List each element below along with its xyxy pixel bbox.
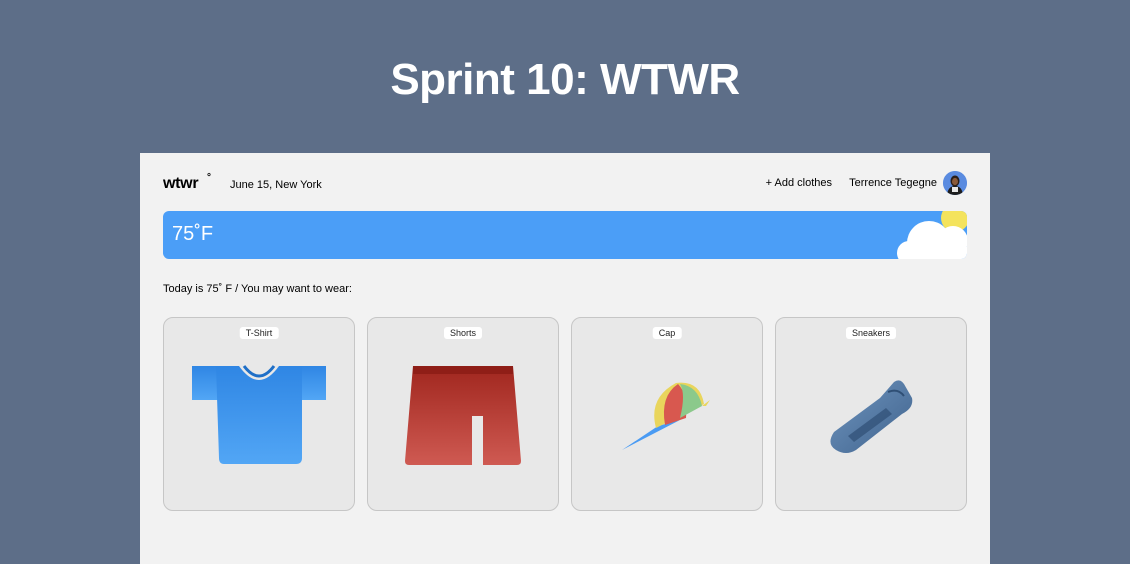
logo[interactable]: wtwr ° [163,172,211,193]
shorts-icon [368,348,558,508]
logo-degree-mark: ° [207,172,211,183]
clothing-cards: T-Shirt Shorts Cap Sneakers [163,317,967,511]
clothing-card-sneakers[interactable]: Sneakers [775,317,967,511]
avatar[interactable] [943,171,967,195]
card-label: Sneakers [845,327,897,339]
sneakers-icon [776,348,966,508]
temperature: 75˚F [172,223,214,245]
tshirt-icon [164,348,354,508]
date-location: June 15, New York [230,179,322,191]
clothing-card-tshirt[interactable]: T-Shirt [163,317,355,511]
recommendation-text: Today is 75˚ F / You may want to wear: [163,283,352,295]
logo-text: wtwr [163,175,199,192]
user-name[interactable]: Terrence Tegegne [849,177,937,189]
clothing-card-shorts[interactable]: Shorts [367,317,559,511]
card-label: Shorts [443,327,483,339]
add-clothes-button[interactable]: + Add clothes [766,177,832,189]
sun-cloud-icon [867,211,967,259]
cap-icon [572,348,762,508]
page-title: Sprint 10: WTWR [390,55,740,104]
card-label: T-Shirt [239,327,279,339]
app-window: wtwr ° June 15, New York + Add clothes Te… [140,153,990,564]
weather-card: 75˚F [163,211,967,259]
app-header: wtwr ° June 15, New York + Add clothes Te… [163,171,967,197]
clothing-card-cap[interactable]: Cap [571,317,763,511]
card-label: Cap [652,327,682,339]
